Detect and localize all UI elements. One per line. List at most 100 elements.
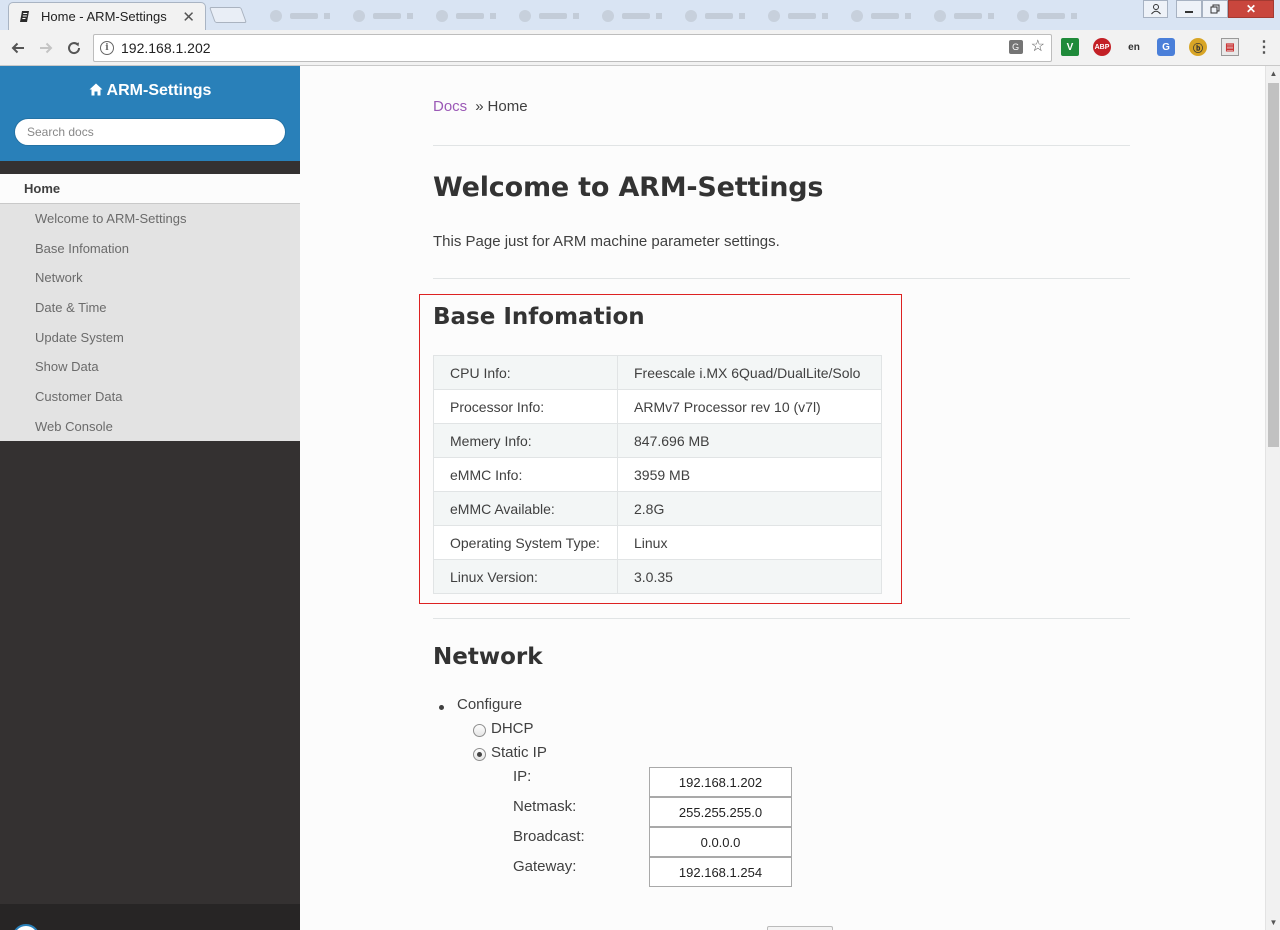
breadcrumb: Docs » Home	[433, 98, 528, 115]
background-tab[interactable]	[594, 4, 670, 28]
restore-icon	[1210, 4, 1220, 14]
background-tab[interactable]	[1009, 4, 1085, 28]
nav-item-base-information[interactable]: Base Infomation	[0, 234, 300, 264]
url-text[interactable]: 192.168.1.202	[121, 40, 211, 56]
background-tab[interactable]	[677, 4, 753, 28]
nav-item-update-system[interactable]: Update System	[0, 323, 300, 353]
tab-close-icon[interactable]	[1071, 13, 1077, 19]
document-icon	[19, 10, 31, 23]
scroll-thumb[interactable]	[1268, 83, 1279, 447]
background-tab[interactable]	[760, 4, 836, 28]
coin-extension-icon[interactable]: ⓑ	[1189, 38, 1207, 56]
table-row: Processor Info: ARMv7 Processor rev 10 (v…	[433, 389, 882, 424]
new-tab-button[interactable]	[209, 7, 247, 23]
tab-title-placeholder	[705, 13, 733, 19]
netmask-input[interactable]	[649, 797, 792, 827]
memory-info-key: Memery Info:	[433, 423, 618, 458]
background-tab[interactable]	[511, 4, 587, 28]
tab-title-placeholder	[456, 13, 484, 19]
emmc-info-key: eMMC Info:	[433, 457, 618, 492]
address-bar[interactable]: i 192.168.1.202 G ☆	[93, 34, 1052, 62]
close-window-button[interactable]: ✕	[1228, 0, 1274, 18]
dictionary-extension-icon[interactable]: en	[1125, 38, 1143, 56]
background-tab[interactable]	[262, 4, 338, 28]
tab-close-icon[interactable]	[573, 13, 579, 19]
favicon-icon	[436, 10, 448, 22]
gateway-input[interactable]	[649, 857, 792, 887]
tab-close-icon[interactable]	[490, 13, 496, 19]
browser-menu-icon[interactable]: ⋮	[1255, 38, 1273, 56]
tab-close-icon[interactable]	[656, 13, 662, 19]
scroll-down-arrow-icon[interactable]: ▼	[1266, 915, 1280, 930]
static-ip-radio[interactable]	[473, 748, 486, 761]
nav-item-date-time[interactable]: Date & Time	[0, 293, 300, 323]
forward-button[interactable]	[35, 37, 57, 59]
info-icon[interactable]: i	[100, 41, 114, 55]
bookmark-star-icon[interactable]: ☆	[1031, 39, 1045, 55]
table-row: eMMC Info: 3959 MB	[433, 457, 882, 492]
configure-label: Configure	[457, 696, 523, 713]
page-scrollbar[interactable]: ▲ ▼	[1265, 66, 1280, 930]
nav-item-customer-data[interactable]: Customer Data	[0, 382, 300, 412]
tab-close-icon[interactable]: ✕	[182, 8, 195, 26]
version-badge-icon[interactable]	[12, 924, 40, 930]
translate-icon[interactable]: G	[1008, 40, 1023, 54]
site-brand: ARM-Settings	[106, 82, 212, 99]
reload-button[interactable]	[63, 37, 85, 59]
favicon-icon	[1017, 10, 1029, 22]
search-input[interactable]	[14, 118, 286, 146]
apply-button[interactable]	[767, 926, 833, 930]
nav-item-network[interactable]: Network	[0, 263, 300, 293]
dhcp-label[interactable]: DHCP	[491, 720, 534, 737]
arrow-left-icon	[11, 42, 24, 54]
netmask-label: Netmask:	[513, 798, 577, 815]
adblock-extension-icon[interactable]: ABP	[1093, 38, 1111, 56]
background-tab[interactable]	[843, 4, 919, 28]
nav-item-home[interactable]: Home	[0, 174, 300, 204]
tab-close-icon[interactable]	[739, 13, 745, 19]
tab-close-icon[interactable]	[407, 13, 413, 19]
back-button[interactable]	[7, 37, 29, 59]
vimium-extension-icon[interactable]: V	[1061, 38, 1079, 56]
tab-close-icon[interactable]	[324, 13, 330, 19]
processor-info-value: ARMv7 Processor rev 10 (v7l)	[617, 389, 882, 424]
tab-title-placeholder	[373, 13, 401, 19]
dhcp-radio[interactable]	[473, 724, 486, 737]
nav-item-web-console[interactable]: Web Console	[0, 412, 300, 442]
nav-item-show-data[interactable]: Show Data	[0, 352, 300, 382]
browser-tab-active[interactable]: Home - ARM-Settings ✕	[8, 2, 206, 30]
scroll-up-arrow-icon[interactable]: ▲	[1266, 66, 1280, 81]
tab-close-icon[interactable]	[822, 13, 828, 19]
favicon-icon	[685, 10, 697, 22]
docs-sidebar: ARM-Settings Home Welcome to ARM-Setting…	[0, 66, 300, 930]
os-type-key: Operating System Type:	[433, 525, 618, 560]
nav-item-welcome[interactable]: Welcome to ARM-Settings	[0, 204, 300, 234]
main-content: Docs » Home Welcome to ARM-Settings This P…	[300, 66, 1265, 930]
google-translate-extension-icon[interactable]: G	[1157, 38, 1175, 56]
favicon-icon	[851, 10, 863, 22]
breadcrumb-separator: »	[475, 98, 484, 115]
network-heading: Network	[433, 644, 543, 670]
minimize-icon	[1185, 11, 1193, 13]
linux-version-key: Linux Version:	[433, 559, 618, 594]
background-tab[interactable]	[345, 4, 421, 28]
tab-close-icon[interactable]	[905, 13, 911, 19]
processor-info-key: Processor Info:	[433, 389, 618, 424]
minimize-button[interactable]	[1176, 0, 1202, 18]
background-tab[interactable]	[926, 4, 1002, 28]
site-brand-link[interactable]: ARM-Settings	[0, 82, 300, 101]
profile-button[interactable]	[1143, 0, 1168, 18]
ip-input[interactable]	[649, 767, 792, 797]
tab-close-icon[interactable]	[988, 13, 994, 19]
breadcrumb-docs-link[interactable]: Docs	[433, 98, 467, 115]
sidebar-header: ARM-Settings	[0, 66, 300, 161]
tab-title-placeholder	[539, 13, 567, 19]
background-tab[interactable]	[428, 4, 504, 28]
maximize-button[interactable]	[1202, 0, 1228, 18]
chart-extension-icon[interactable]: ▤	[1221, 38, 1239, 56]
tab-title: Home - ARM-Settings	[41, 9, 167, 24]
ip-label: IP:	[513, 768, 532, 785]
tab-title-placeholder	[788, 13, 816, 19]
static-ip-label[interactable]: Static IP	[491, 744, 547, 761]
broadcast-input[interactable]	[649, 827, 792, 857]
